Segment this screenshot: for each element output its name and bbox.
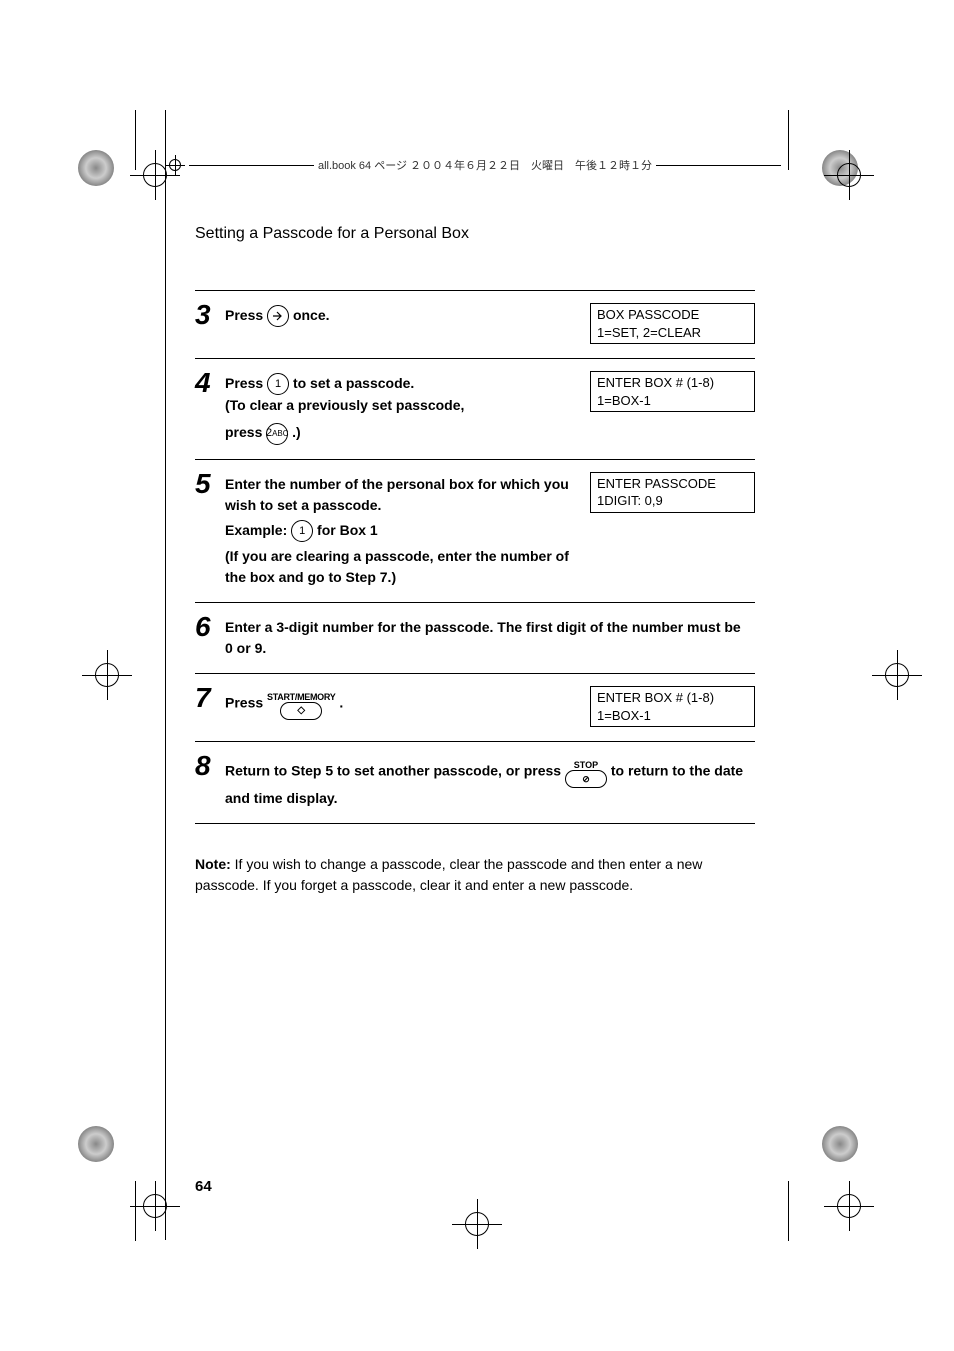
keypad-1-icon: 1 (267, 373, 289, 395)
crop-line (788, 110, 789, 170)
step-number: 4 (195, 369, 225, 397)
lcd-display: ENTER PASSCODE 1DIGIT: 0,9 (590, 472, 755, 513)
lcd-display: ENTER BOX # (1-8) 1=BOX-1 (590, 371, 755, 412)
display-line: 1=BOX-1 (597, 392, 748, 410)
text: once. (293, 307, 330, 323)
note-text: If you wish to change a passcode, clear … (195, 856, 702, 893)
start-memory-key-icon: START/MEMORY ◇ (267, 688, 335, 720)
header-strip: all.book 64 ページ ２００４年６月２２日 火曜日 午後１２時１分 (165, 155, 785, 175)
step-text: Return to Step 5 to set another passcode… (225, 752, 755, 809)
keypad-2-icon: 2ABC (266, 423, 288, 445)
crop-line (788, 1181, 789, 1241)
step-text: Press 1 to set a passcode. (To clear a p… (225, 369, 590, 445)
text: (To clear a previously set passcode, (225, 395, 582, 416)
keypad-1-icon: 1 (291, 520, 313, 542)
step-number: 6 (195, 613, 225, 641)
step-text: Enter a 3-digit number for the passcode.… (225, 613, 755, 659)
display-line: 1DIGIT: 0,9 (597, 492, 748, 510)
header-text: all.book 64 ページ ２００４年６月２２日 火曜日 午後１２時１分 (318, 157, 652, 173)
reg-mark-top-left (78, 150, 138, 210)
stop-key-icon: STOP ⊘ (565, 756, 607, 788)
text: Example: (225, 522, 291, 538)
note-label: Note: (195, 856, 231, 872)
text: Press (225, 695, 267, 711)
page-frame: all.book 64 ページ ２００４年６月２２日 火曜日 午後１２時１分 S… (165, 135, 785, 1215)
display-line: 1=SET, 2=CLEAR (597, 324, 748, 342)
text: (If you are clearing a passcode, enter t… (225, 546, 582, 588)
text: Return to Step 5 to set another passcode… (225, 763, 565, 779)
step-8: 8 Return to Step 5 to set another passco… (195, 742, 755, 823)
step-text: Press START/MEMORY ◇ . (225, 684, 590, 720)
content-area: 3 Press once. BOX PASSCODE 1=SET, 2=CLEA… (195, 290, 755, 896)
right-arrow-key-icon (267, 305, 289, 327)
text: . (339, 695, 343, 711)
step-5: 5 Enter the number of the personal box f… (195, 460, 755, 602)
display-line: BOX PASSCODE (597, 306, 748, 324)
lcd-display: ENTER BOX # (1-8) 1=BOX-1 (590, 686, 755, 727)
step-number: 8 (195, 752, 225, 780)
text: to set a passcode. (293, 375, 414, 391)
step-number: 3 (195, 301, 225, 329)
step-7: 7 Press START/MEMORY ◇ . ENTER BOX # (1-… (195, 674, 755, 741)
lcd-display: BOX PASSCODE 1=SET, 2=CLEAR (590, 303, 755, 344)
text: Press (225, 375, 267, 391)
text: press (225, 424, 266, 440)
text: Enter the number of the personal box for… (225, 474, 582, 516)
step-number: 7 (195, 684, 225, 712)
display-line: ENTER BOX # (1-8) (597, 374, 748, 392)
reg-mark-bottom-left (78, 1126, 138, 1186)
step-3: 3 Press once. BOX PASSCODE 1=SET, 2=CLEA… (195, 291, 755, 358)
reg-mark-bottom-right (822, 1126, 882, 1186)
page-title: Setting a Passcode for a Personal Box (195, 225, 469, 243)
step-text: Enter the number of the personal box for… (225, 470, 590, 588)
text: .) (292, 424, 301, 440)
note-paragraph: Note: If you wish to change a passcode, … (195, 854, 755, 896)
text: Press (225, 307, 263, 323)
header-reg-icon (165, 155, 185, 175)
text: for Box 1 (317, 522, 378, 538)
step-number: 5 (195, 470, 225, 498)
crop-line (135, 110, 136, 170)
step-6: 6 Enter a 3-digit number for the passcod… (195, 603, 755, 673)
page-number: 64 (195, 1178, 212, 1195)
display-line: 1=BOX-1 (597, 707, 748, 725)
display-line: ENTER PASSCODE (597, 475, 748, 493)
step-4: 4 Press 1 to set a passcode. (To clear a… (195, 359, 755, 459)
display-line: ENTER BOX # (1-8) (597, 689, 748, 707)
crop-line (135, 1181, 136, 1241)
step-text: Press once. (225, 301, 590, 327)
